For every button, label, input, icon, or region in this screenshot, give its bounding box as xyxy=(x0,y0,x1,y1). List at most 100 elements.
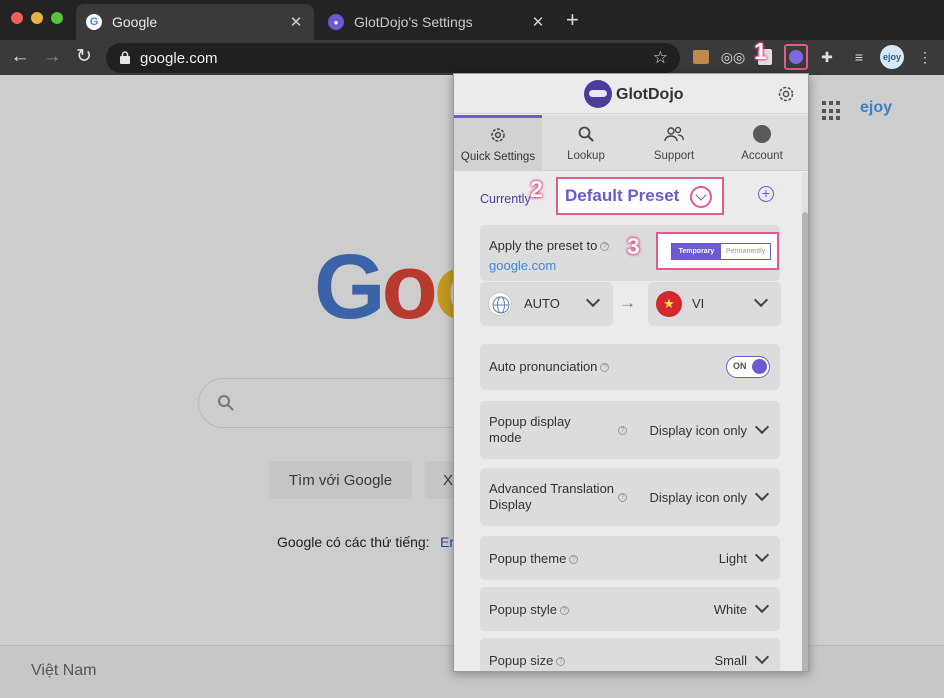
help-icon[interactable]: ? xyxy=(569,555,579,565)
popup-size-label: Popup size? xyxy=(489,653,566,669)
back-icon[interactable]: ← xyxy=(8,45,32,69)
target-language-value: VI xyxy=(692,296,705,311)
apply-scope-toggle[interactable]: Temporary Permanently xyxy=(656,232,779,270)
chevron-down-icon xyxy=(754,486,770,502)
popup-display-mode-label: Popup display mode xyxy=(489,414,571,445)
extension-glasses-icon[interactable]: ◎◎ xyxy=(721,46,745,68)
popup-size-value: Small xyxy=(714,653,747,668)
search-icon xyxy=(578,126,594,142)
popup-theme-label: Popup theme? xyxy=(489,551,579,567)
avatar[interactable]: ejoy xyxy=(880,45,904,69)
ejoy-badge[interactable]: ejoy xyxy=(860,99,892,117)
popup-size-card[interactable]: Popup size? Small xyxy=(480,638,780,671)
address-bar[interactable]: google.com ☆ xyxy=(106,43,680,73)
languages-prefix: Google có các thứ tiếng: xyxy=(277,534,430,550)
tab-label: Quick Settings xyxy=(460,151,536,163)
popup-theme-card[interactable]: Popup theme? Light xyxy=(480,536,780,580)
tab-lookup[interactable]: Lookup xyxy=(542,115,630,171)
apply-site-link[interactable]: google.com xyxy=(489,258,556,273)
search-icon xyxy=(218,395,234,411)
add-preset-button[interactable]: + xyxy=(758,186,774,202)
chevron-down-icon xyxy=(753,292,769,308)
popup-display-mode-value: Display icon only xyxy=(649,423,747,438)
popup-style-label: Popup style? xyxy=(489,602,569,618)
tab-close-icon[interactable]: ✕ xyxy=(530,13,546,31)
popup-theme-value: Light xyxy=(718,551,747,566)
current-preset-row: Currently Default Preset 2 + xyxy=(454,172,808,222)
puzzle-extensions-icon[interactable]: ✚ xyxy=(816,46,838,68)
help-icon[interactable]: ? xyxy=(618,426,627,435)
target-language-select[interactable]: ★ VI xyxy=(648,282,781,326)
toggle-knob xyxy=(752,359,767,374)
auto-pronunciation-card: Auto pronunciation? ON xyxy=(480,344,780,390)
source-language-select[interactable]: AUTO xyxy=(480,282,613,326)
window-close-button[interactable] xyxy=(11,12,23,24)
current-label: Currently xyxy=(480,192,531,206)
advanced-translation-display-label: Advanced Translation Display xyxy=(489,481,615,512)
forward-icon[interactable]: → xyxy=(40,45,64,69)
gear-icon[interactable] xyxy=(776,84,796,104)
browser-titlebar: G Google ✕ ● GlotDojo's Settings ✕ + xyxy=(0,0,944,40)
people-icon xyxy=(664,126,684,141)
advanced-translation-display-card[interactable]: Advanced Translation Display ? Display i… xyxy=(480,468,780,526)
reading-list-icon[interactable]: ≡ xyxy=(848,46,870,68)
glotdojo-logo-icon xyxy=(584,80,612,108)
scope-option-permanently[interactable]: Permanently xyxy=(721,244,770,259)
popup-tabs: Quick Settings Lookup Support Account xyxy=(454,115,808,171)
tab-label: Account xyxy=(741,149,783,162)
auto-pronunciation-toggle[interactable]: ON xyxy=(726,356,770,378)
scope-segmented-control[interactable]: Temporary Permanently xyxy=(671,243,771,260)
address-text[interactable]: google.com xyxy=(140,50,218,67)
google-search-button[interactable]: Tìm với Google xyxy=(269,461,412,499)
tab-glotdojo-settings[interactable]: ● GlotDojo's Settings ✕ xyxy=(318,4,556,40)
glotdojo-ninja-icon: ● xyxy=(328,14,344,30)
step-3-marker: 3 xyxy=(627,233,640,259)
tab-quick-settings[interactable]: Quick Settings xyxy=(454,115,542,171)
popup-style-card[interactable]: Popup style? White xyxy=(480,587,780,631)
bookmark-star-icon[interactable]: ☆ xyxy=(653,48,668,68)
step-1-marker: 1 xyxy=(754,38,767,64)
popup-header: GlotDojo xyxy=(454,74,808,114)
apply-label: Apply the preset to? xyxy=(489,238,610,254)
footer-country: Việt Nam xyxy=(31,662,97,679)
glotdojo-extension-icon[interactable] xyxy=(784,44,808,70)
popup-display-mode-card[interactable]: Popup display mode ? Display icon only xyxy=(480,401,780,459)
tab-title: GlotDojo's Settings xyxy=(354,14,473,30)
help-icon[interactable]: ? xyxy=(556,657,566,667)
reload-icon[interactable]: ↻ xyxy=(72,45,96,69)
popup-style-value: White xyxy=(713,602,747,617)
account-icon xyxy=(753,124,771,143)
popup-body: Currently Default Preset 2 + Apply the p… xyxy=(454,172,808,671)
language-link[interactable]: Er xyxy=(440,534,454,550)
extension-pixel-icon[interactable] xyxy=(690,46,712,68)
chevron-down-icon xyxy=(754,649,770,665)
chevron-down-icon xyxy=(754,419,770,435)
tab-google[interactable]: G Google ✕ xyxy=(76,4,314,40)
tab-label: Lookup xyxy=(567,149,605,162)
help-icon[interactable]: ? xyxy=(600,242,610,252)
scrollbar-thumb[interactable] xyxy=(802,212,808,671)
step-2-marker: 2 xyxy=(530,176,543,202)
tab-close-icon[interactable]: ✕ xyxy=(288,13,304,31)
chevron-down-icon[interactable] xyxy=(690,186,712,208)
chevron-down-icon xyxy=(754,598,770,614)
window-minimize-button[interactable] xyxy=(31,12,43,24)
google-apps-icon[interactable] xyxy=(822,101,842,121)
tab-support[interactable]: Support xyxy=(630,115,718,171)
window-zoom-button[interactable] xyxy=(51,12,63,24)
auto-pronunciation-label: Auto pronunciation? xyxy=(489,359,610,375)
google-g-icon: G xyxy=(86,14,102,30)
preset-selector[interactable]: Default Preset xyxy=(556,177,724,215)
arrow-right-icon: → xyxy=(619,293,636,312)
more-menu-icon[interactable]: ⋮ xyxy=(914,46,936,68)
browser-toolbar: ← → ↻ google.com ☆ ◎◎ 1 ✚ ≡ ejoy ⋮ xyxy=(0,38,944,75)
help-icon[interactable]: ? xyxy=(600,363,610,373)
tab-account[interactable]: Account xyxy=(718,115,806,171)
tab-title: Google xyxy=(112,14,158,30)
new-tab-button[interactable]: + xyxy=(566,9,579,31)
help-icon[interactable]: ? xyxy=(559,606,569,616)
globe-icon xyxy=(488,292,512,316)
help-icon[interactable]: ? xyxy=(618,493,627,502)
glotdojo-popup: GlotDojo Quick Settings Lookup Support A… xyxy=(453,73,809,672)
scope-option-temporary[interactable]: Temporary xyxy=(672,244,721,259)
